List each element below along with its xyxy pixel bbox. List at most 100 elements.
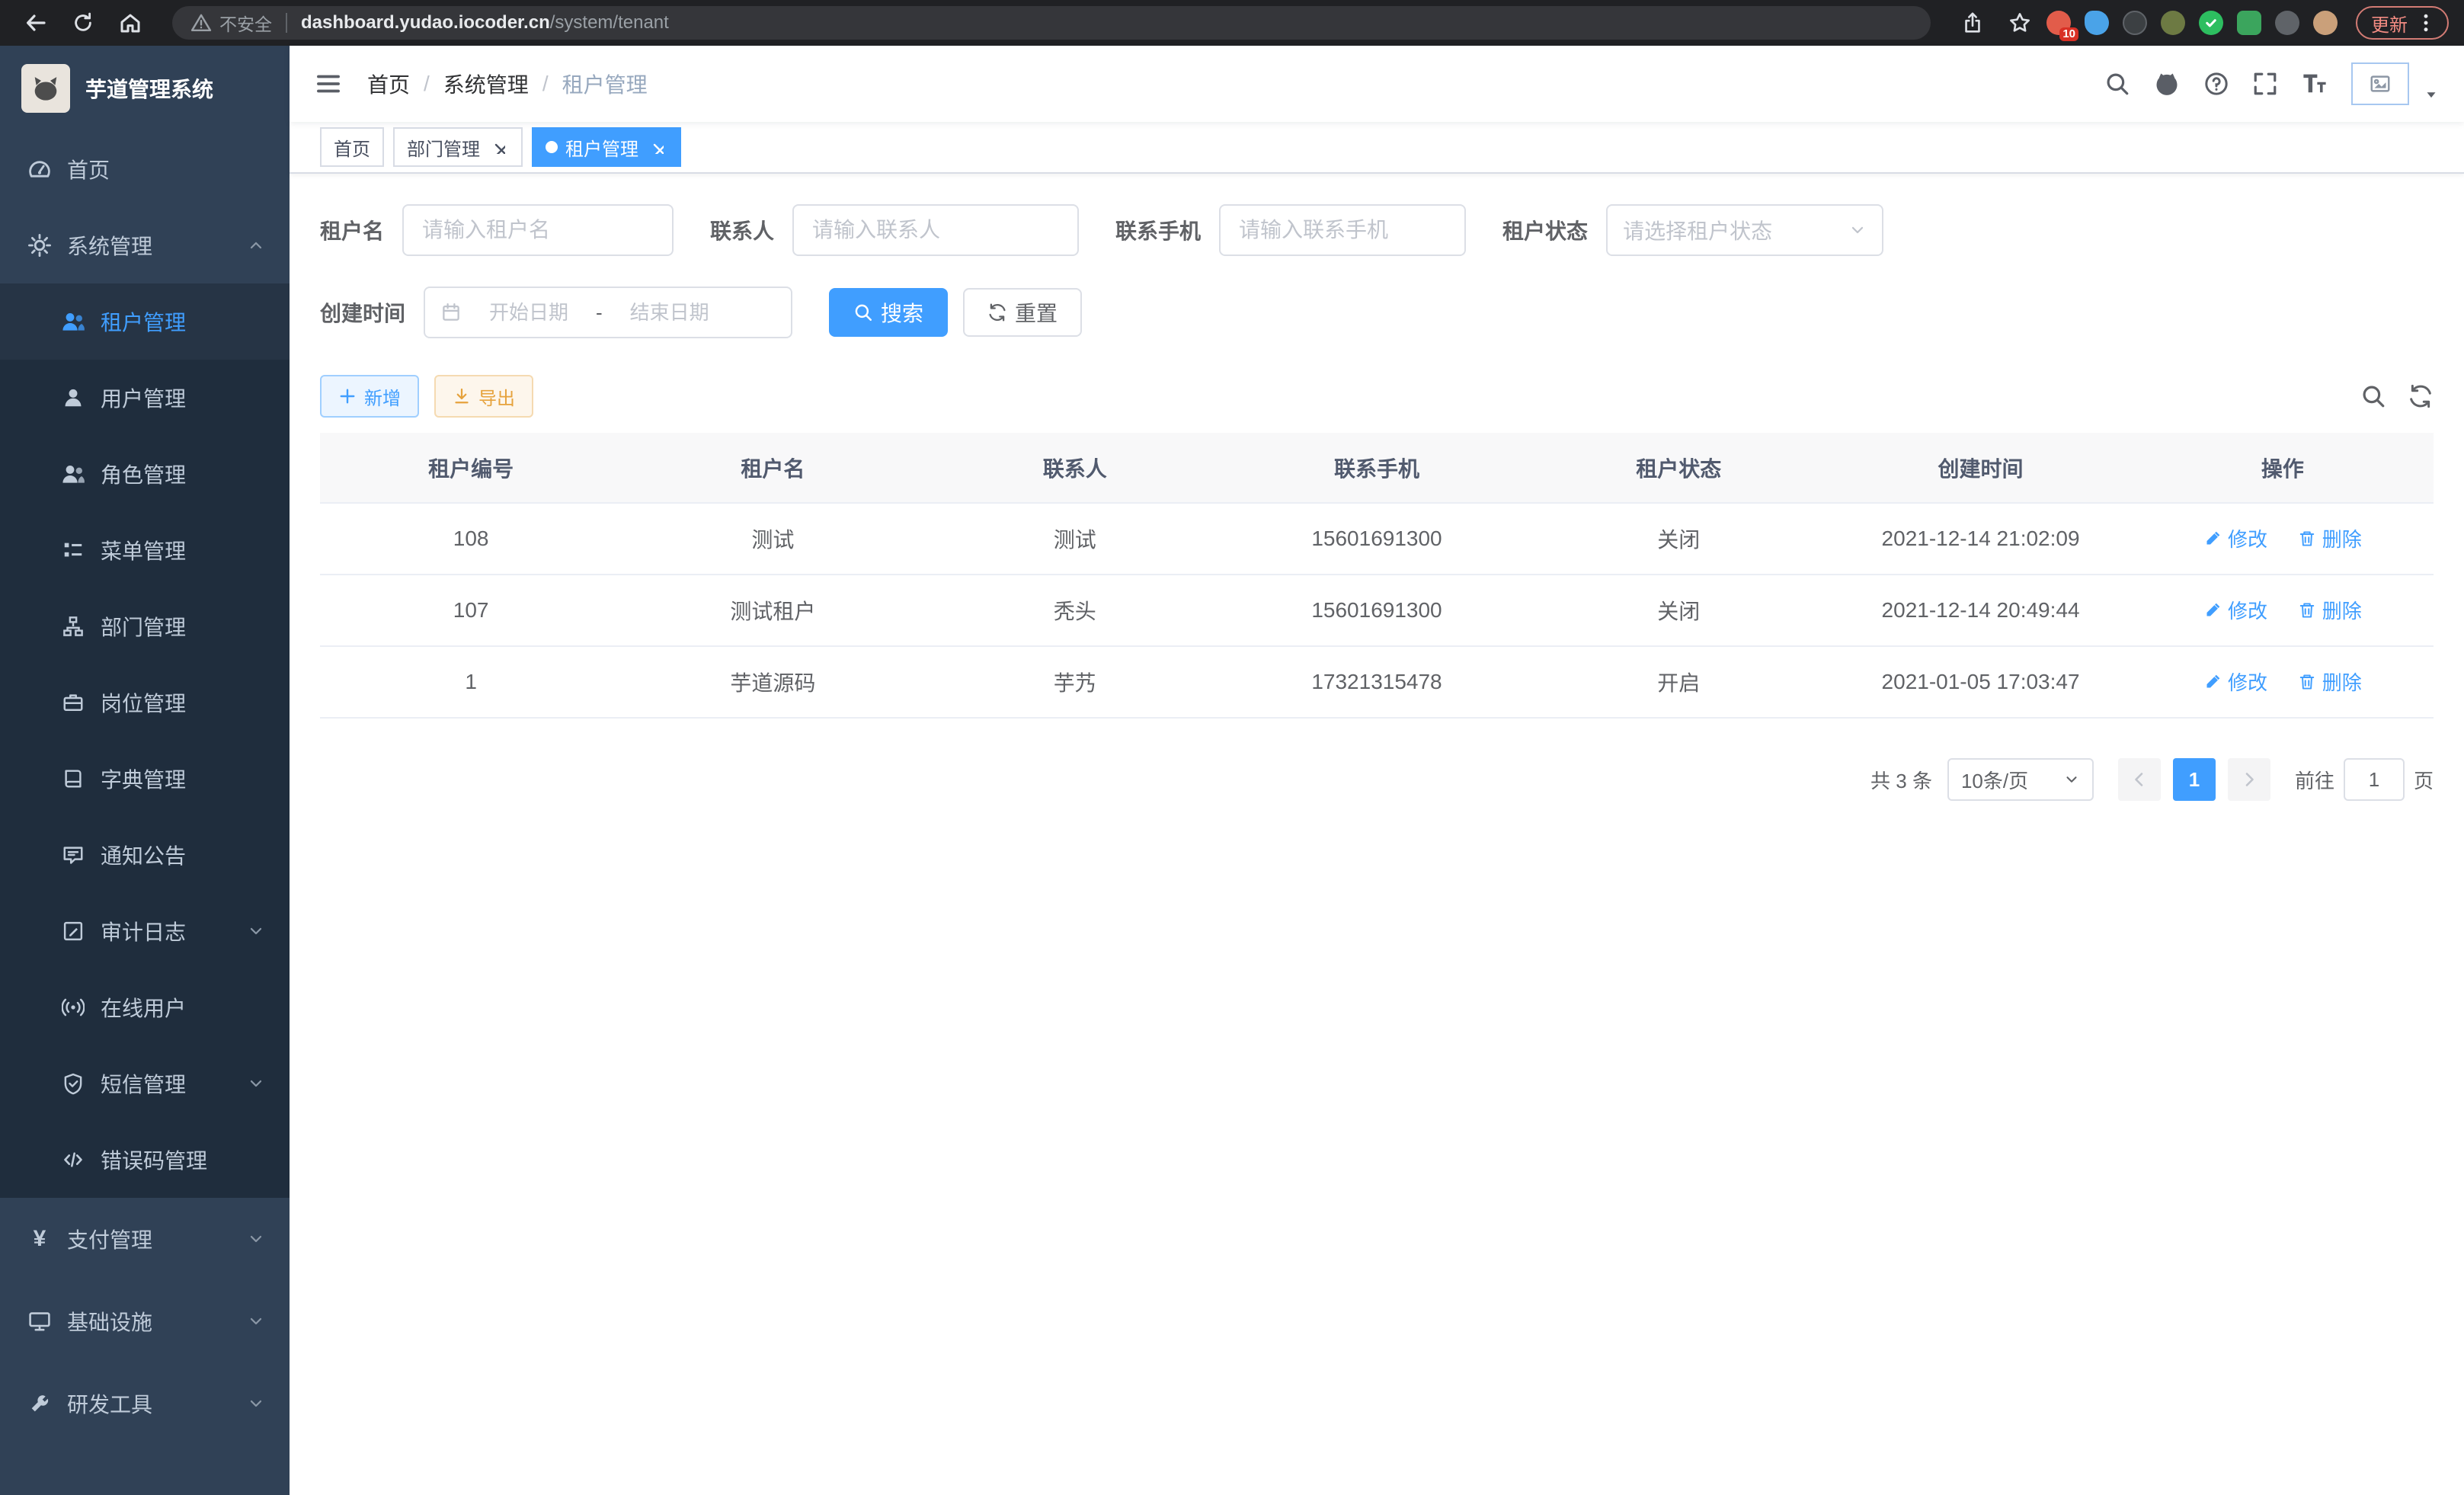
edit-label: 修改 xyxy=(2228,667,2267,696)
breadcrumb-home[interactable]: 首页 xyxy=(367,69,410,99)
next-page-button[interactable] xyxy=(2228,758,2270,801)
sidebar-toggle-icon[interactable] xyxy=(314,69,343,98)
browser-reload-icon[interactable] xyxy=(62,5,104,41)
sidebar-item-error-code[interactable]: 错误码管理 xyxy=(0,1122,290,1198)
extension-drop-icon[interactable] xyxy=(2085,11,2109,35)
cell-id: 1 xyxy=(320,646,622,718)
toggle-search-icon[interactable] xyxy=(2360,383,2386,409)
extension-dark-icon[interactable] xyxy=(2123,11,2147,35)
logo-avatar xyxy=(21,64,70,113)
browser-menu-dots-icon[interactable] xyxy=(2415,12,2437,34)
extension-avatar-icon[interactable] xyxy=(2313,11,2338,35)
avatar[interactable] xyxy=(2351,62,2409,105)
tenant-name-input[interactable] xyxy=(402,204,674,256)
chevron-down-icon xyxy=(247,1230,265,1248)
sidebar-item-system[interactable]: 系统管理 xyxy=(0,207,290,283)
extension-check-icon[interactable] xyxy=(2199,11,2223,35)
extension-green-square-icon[interactable] xyxy=(2237,11,2261,35)
breadcrumb-separator: / xyxy=(424,72,430,96)
edit-link[interactable]: 修改 xyxy=(2203,667,2267,696)
cell-contact: 秃头 xyxy=(924,575,1226,646)
security-warning[interactable]: 不安全 xyxy=(190,10,272,36)
chrome-update-button[interactable]: 更新 xyxy=(2356,6,2449,40)
prev-page-button[interactable] xyxy=(2118,758,2161,801)
search-button[interactable]: 搜索 xyxy=(829,288,948,337)
tab-home[interactable]: 首页 xyxy=(320,127,384,167)
close-icon[interactable] xyxy=(488,136,509,158)
edit-link[interactable]: 修改 xyxy=(2203,524,2267,552)
sidebar-item-infra[interactable]: 基础设施 xyxy=(0,1280,290,1362)
col-created: 创建时间 xyxy=(1829,433,2131,503)
address-bar[interactable]: 不安全 dashboard.yudao.iocoder.cn /system/t… xyxy=(172,6,1931,40)
tab-label: 租户管理 xyxy=(565,134,638,161)
sidebar-item-devtools[interactable]: 研发工具 xyxy=(0,1362,290,1445)
sidebar-item-role[interactable]: 角色管理 xyxy=(0,436,290,512)
sidebar-item-audit-log[interactable]: 审计日志 xyxy=(0,893,290,969)
log-icon xyxy=(61,919,85,943)
sidebar-item-label: 岗位管理 xyxy=(101,687,186,718)
sidebar-item-menu[interactable]: 菜单管理 xyxy=(0,512,290,588)
col-contact: 联系人 xyxy=(924,433,1226,503)
delete-link[interactable]: 删除 xyxy=(2298,596,2362,624)
goto-unit-label: 页 xyxy=(2414,766,2434,794)
sidebar-item-dept[interactable]: 部门管理 xyxy=(0,588,290,664)
end-date-input[interactable] xyxy=(609,301,731,325)
export-button[interactable]: 导出 xyxy=(434,375,533,418)
tab-tenant[interactable]: 租户管理 xyxy=(532,127,681,167)
sidebar-item-home[interactable]: 首页 xyxy=(0,131,290,207)
sidebar-item-online-user[interactable]: 在线用户 xyxy=(0,969,290,1045)
sidebar-item-user[interactable]: 用户管理 xyxy=(0,360,290,436)
delete-link[interactable]: 删除 xyxy=(2298,524,2362,552)
sidebar-item-label: 审计日志 xyxy=(101,916,186,946)
tab-label: 部门管理 xyxy=(407,134,480,161)
start-date-input[interactable] xyxy=(468,301,590,325)
chevron-down-icon xyxy=(247,1312,265,1330)
sidebar-item-post[interactable]: 岗位管理 xyxy=(0,664,290,741)
tab-label: 首页 xyxy=(334,134,370,161)
help-icon[interactable] xyxy=(2203,71,2229,97)
sidebar-item-notice[interactable]: 通知公告 xyxy=(0,817,290,893)
refresh-icon[interactable] xyxy=(2408,383,2434,409)
pagination: 共 3 条 10条/页 1 前往 页 xyxy=(320,758,2434,801)
browser-home-icon[interactable] xyxy=(110,5,151,41)
sidebar-item-label: 用户管理 xyxy=(101,383,186,413)
tenant-name-label: 租户名 xyxy=(320,215,384,245)
reset-button[interactable]: 重置 xyxy=(963,288,1082,337)
share-icon[interactable] xyxy=(1952,5,1993,41)
sidebar-item-payment[interactable]: ¥ 支付管理 xyxy=(0,1198,290,1280)
browser-back-icon[interactable] xyxy=(15,5,56,41)
contact-input[interactable] xyxy=(792,204,1079,256)
tab-dept[interactable]: 部门管理 xyxy=(393,127,523,167)
phone-input[interactable] xyxy=(1219,204,1466,256)
extension-olive-icon[interactable] xyxy=(2161,11,2185,35)
delete-link[interactable]: 删除 xyxy=(2298,667,2362,696)
page-size-select[interactable]: 10条/页 xyxy=(1947,758,2094,801)
trash-icon xyxy=(2298,530,2316,548)
status-select[interactable]: 请选择租户状态 xyxy=(1606,204,1883,256)
font-size-icon[interactable] xyxy=(2301,70,2328,98)
sidebar-item-tenant[interactable]: 租户管理 xyxy=(0,283,290,360)
filter-create-time: 创建时间 - xyxy=(320,287,792,338)
search-icon[interactable] xyxy=(2104,71,2130,97)
goto-page-input[interactable] xyxy=(2344,758,2405,801)
search-button-label: 搜索 xyxy=(881,297,923,328)
close-icon[interactable] xyxy=(646,136,667,158)
extension-puzzle-icon[interactable] xyxy=(2275,11,2299,35)
phone-label: 联系手机 xyxy=(1115,215,1201,245)
add-button[interactable]: 新增 xyxy=(320,375,419,418)
sidebar-item-sms[interactable]: 短信管理 xyxy=(0,1045,290,1122)
github-icon[interactable] xyxy=(2153,70,2181,98)
sidebar-item-dict[interactable]: 字典管理 xyxy=(0,741,290,817)
edit-link[interactable]: 修改 xyxy=(2203,596,2267,624)
edit-icon xyxy=(2203,673,2222,691)
breadcrumb-system[interactable]: 系统管理 xyxy=(443,69,529,99)
fullscreen-icon[interactable] xyxy=(2252,71,2278,97)
sidebar-logo: 芋道管理系统 xyxy=(0,46,290,131)
user-menu-caret-icon[interactable] xyxy=(2423,86,2440,103)
page-number-button[interactable]: 1 xyxy=(2173,758,2216,801)
sidebar-item-label: 字典管理 xyxy=(101,764,186,794)
bookmark-star-icon[interactable] xyxy=(1999,5,2040,41)
extension-red-icon[interactable]: 10 xyxy=(2046,11,2071,35)
date-range-picker[interactable]: - xyxy=(424,287,792,338)
chevron-down-icon xyxy=(247,1394,265,1413)
